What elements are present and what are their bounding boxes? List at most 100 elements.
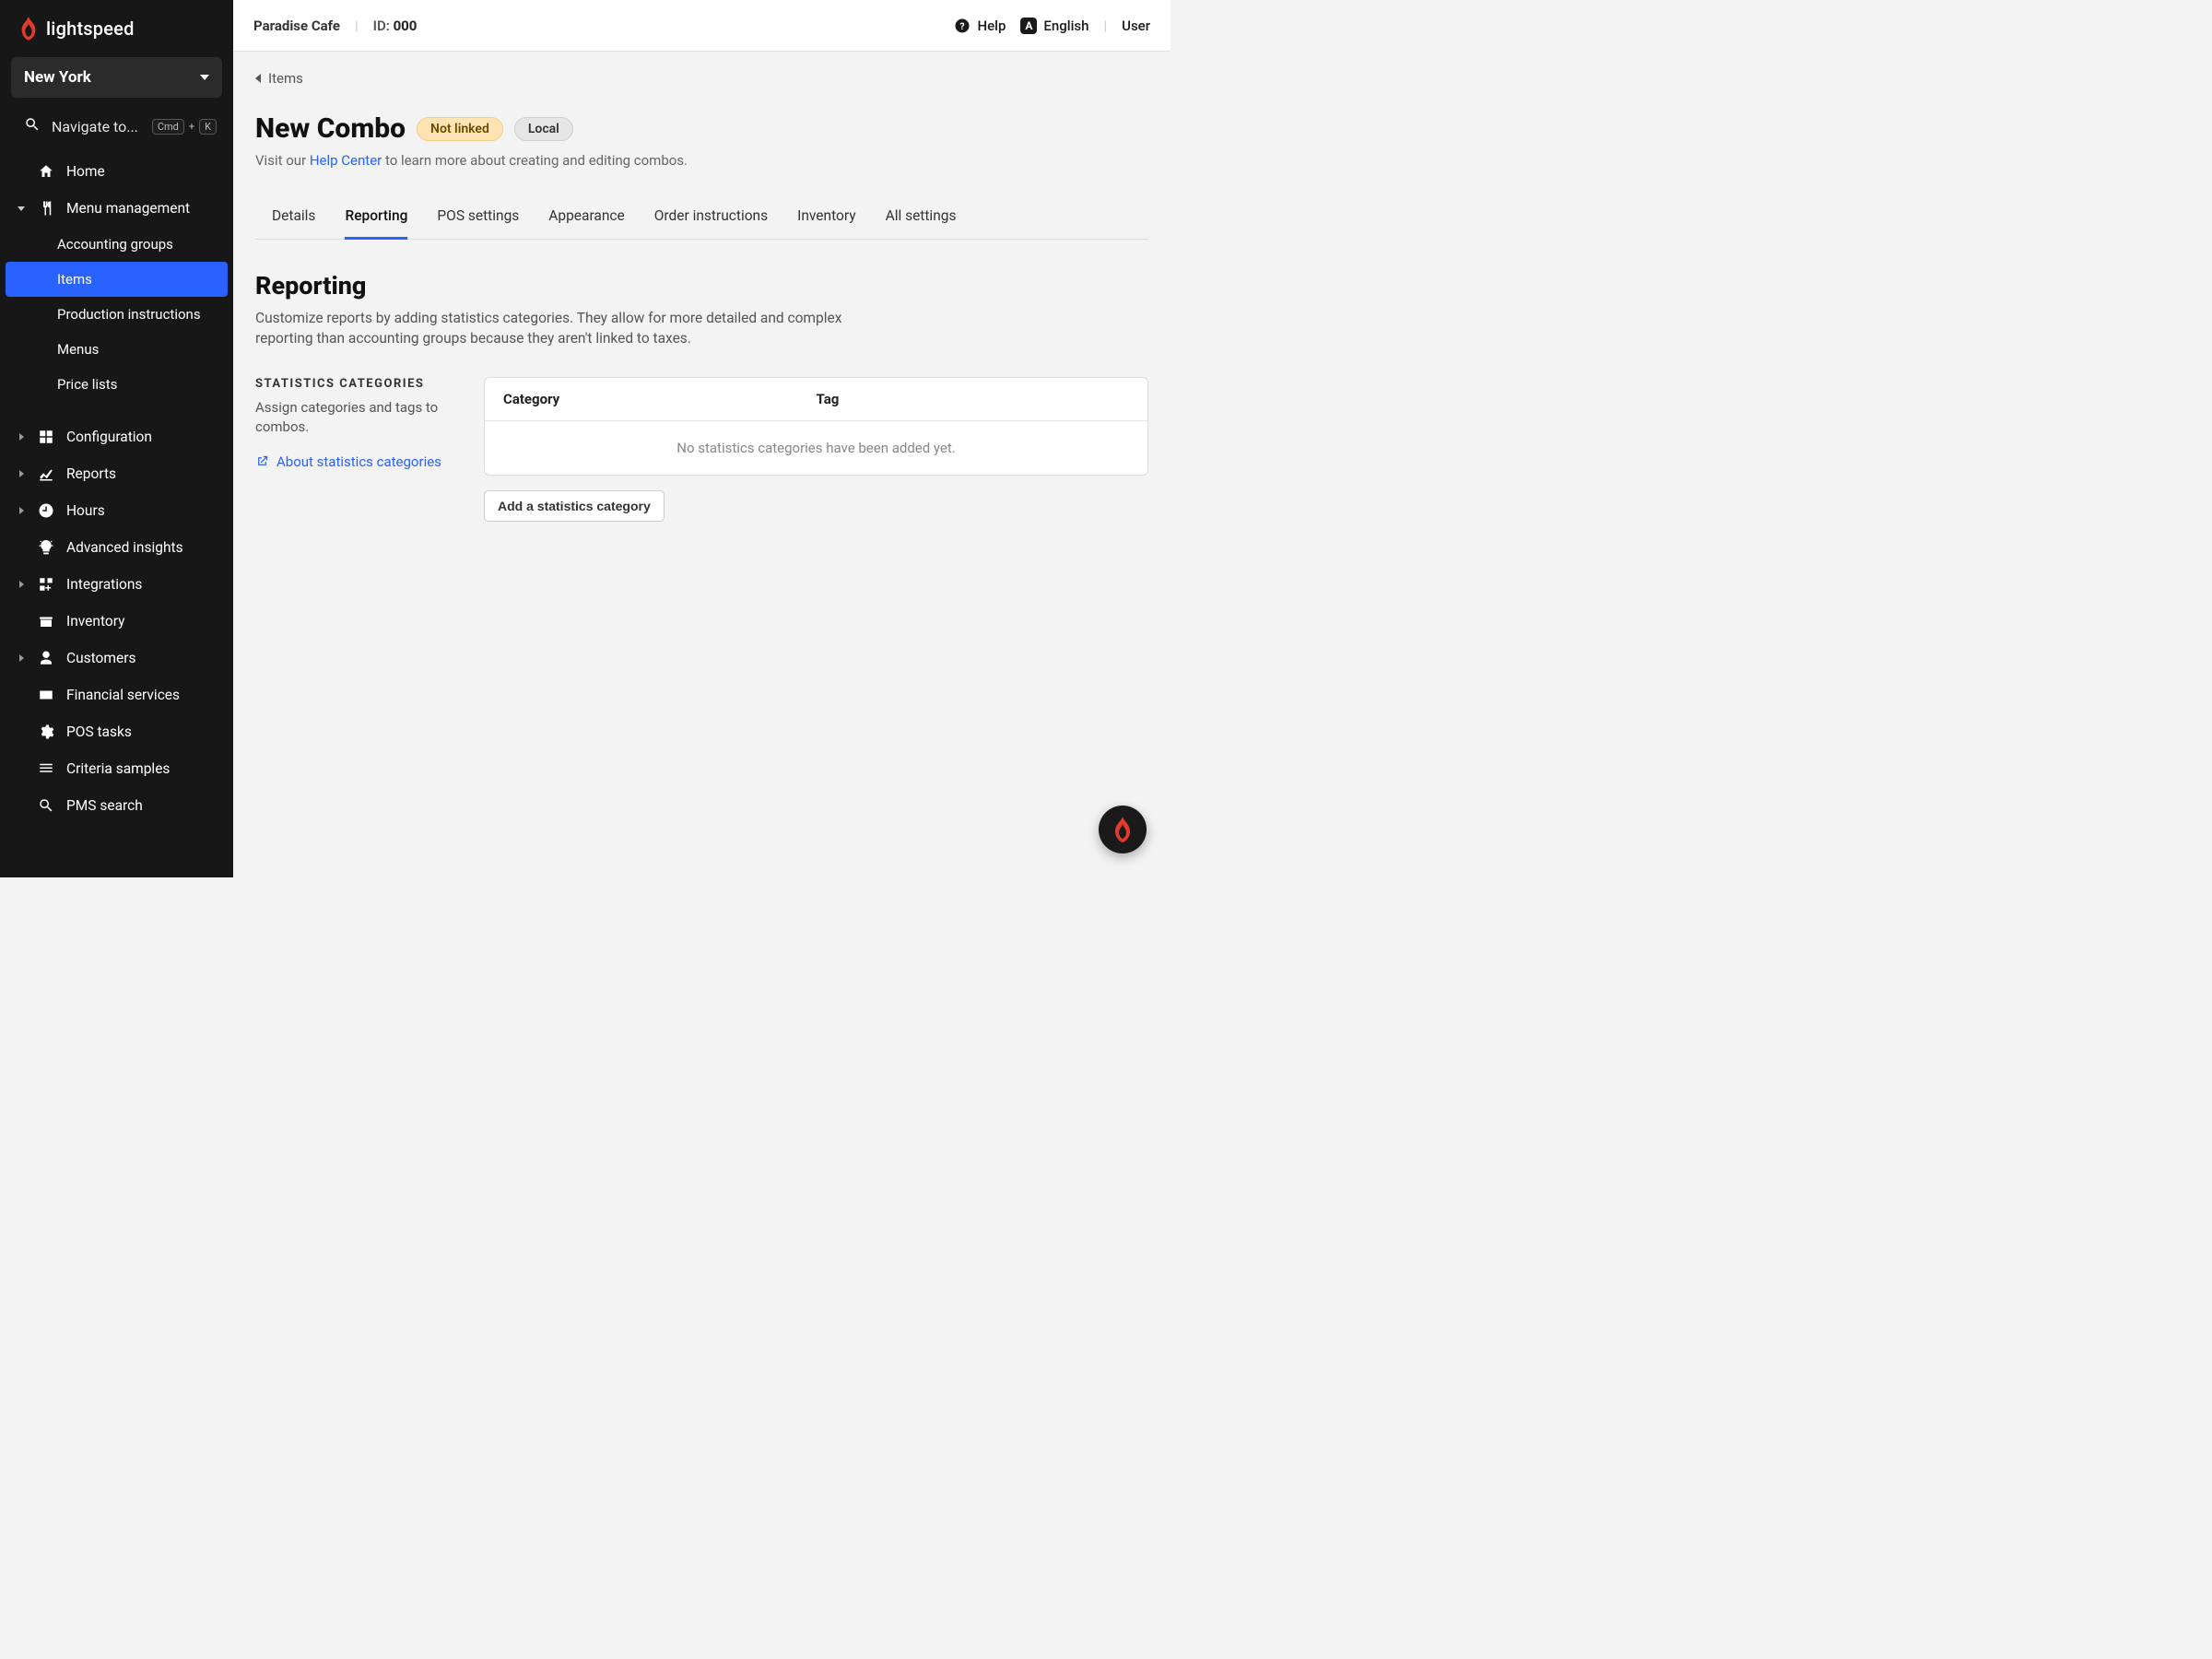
subnav-menus[interactable]: Menus (0, 332, 233, 367)
nav-label: Customers (66, 650, 135, 666)
money-icon (37, 686, 55, 704)
nav-label: Hours (66, 502, 105, 519)
stats-panel-col: Category Tag No statistics categories ha… (484, 377, 1148, 522)
stats-empty: No statistics categories have been added… (485, 421, 1147, 475)
nav-label: Criteria samples (66, 760, 170, 777)
nav-label: PMS search (66, 797, 143, 814)
title-row: New Combo Not linked Local (255, 112, 1148, 145)
nav-label: Advanced insights (66, 539, 183, 556)
subnav-price-lists[interactable]: Price lists (0, 367, 233, 402)
home-icon (37, 162, 55, 181)
external-link-icon (255, 454, 269, 468)
tab-reporting[interactable]: Reporting (345, 196, 407, 240)
tab-all-settings[interactable]: All settings (886, 196, 957, 239)
nav-inventory[interactable]: Inventory (0, 603, 233, 640)
nav-advanced-insights[interactable]: Advanced insights (0, 529, 233, 566)
tab-appearance[interactable]: Appearance (548, 196, 624, 239)
help-icon: ? (954, 18, 971, 34)
nav-label: Financial services (66, 687, 180, 703)
flame-icon (18, 17, 39, 41)
nav-search-placeholder: Navigate to... (52, 118, 141, 135)
chart-icon (37, 465, 55, 483)
chevron-right-icon (19, 470, 24, 477)
nav-label: Reports (66, 465, 116, 482)
col-category: Category (503, 391, 817, 407)
grid-icon (37, 428, 55, 446)
page-subtext: Visit our Help Center to learn more abou… (255, 152, 1148, 169)
chevron-down-icon (200, 75, 209, 80)
search-icon (37, 796, 55, 815)
nav-reports[interactable]: Reports (0, 455, 233, 492)
nav-menu-management[interactable]: Menu management (0, 190, 233, 227)
nav-hours[interactable]: Hours (0, 492, 233, 529)
section-desc: Customize reports by adding statistics c… (255, 308, 900, 349)
nav-label: Integrations (66, 576, 142, 593)
subnav-production-instructions[interactable]: Production instructions (0, 297, 233, 332)
lightbulb-icon (37, 538, 55, 557)
col-tag: Tag (817, 391, 1130, 407)
chevron-right-icon (19, 581, 24, 588)
chevron-down-icon (18, 206, 25, 211)
breadcrumb-items[interactable]: Items (255, 70, 1148, 87)
help-link[interactable]: ? Help (954, 18, 1006, 34)
clock-icon (37, 501, 55, 520)
nav-label: POS tasks (66, 724, 132, 740)
user-icon (37, 649, 55, 667)
subnav-items[interactable]: Items (6, 262, 228, 297)
flame-icon (1112, 817, 1134, 842)
help-center-link[interactable]: Help Center (310, 152, 382, 169)
stats-label: STATISTICS CATEGORIES (255, 377, 458, 391)
nav-pms-search[interactable]: PMS search (0, 787, 233, 824)
topbar: Paradise Cafe | ID: 000 ? Help A English… (233, 0, 1171, 52)
brand-logo[interactable]: lightspeed (0, 0, 233, 53)
stats-area: STATISTICS CATEGORIES Assign categories … (255, 377, 1148, 522)
business-name: Paradise Cafe (253, 18, 340, 34)
page-title: New Combo (255, 112, 406, 145)
subnav-accounting-groups[interactable]: Accounting groups (0, 227, 233, 262)
divider: | (1103, 18, 1107, 34)
nav-financial-services[interactable]: Financial services (0, 677, 233, 713)
subnav-menu-management: Accounting groups Items Production instr… (0, 227, 233, 402)
utensils-icon (37, 199, 55, 218)
nav-label: Home (66, 163, 105, 180)
gear-icon (37, 723, 55, 741)
tab-inventory[interactable]: Inventory (797, 196, 855, 239)
tab-pos-settings[interactable]: POS settings (437, 196, 519, 239)
sidebar: lightspeed New York Navigate to... Cmd +… (0, 0, 233, 877)
stats-hint: Assign categories and tags to combos. (255, 398, 458, 437)
badge-local: Local (514, 117, 573, 141)
chevron-left-icon (255, 74, 261, 83)
main: Paradise Cafe | ID: 000 ? Help A English… (233, 0, 1171, 877)
nav-search[interactable]: Navigate to... Cmd + K (0, 107, 233, 149)
nav-customers[interactable]: Customers (0, 640, 233, 677)
nav-configuration[interactable]: Configuration (0, 418, 233, 455)
tab-details[interactable]: Details (272, 196, 315, 239)
language-select[interactable]: A English (1020, 18, 1088, 34)
box-icon (37, 612, 55, 630)
brand-name: lightspeed (46, 18, 135, 40)
location-select[interactable]: New York (11, 57, 222, 98)
tab-order-instructions[interactable]: Order instructions (654, 196, 768, 239)
nav-criteria-samples[interactable]: Criteria samples (0, 750, 233, 787)
add-stats-category-button[interactable]: Add a statistics category (484, 490, 665, 522)
help-fab[interactable] (1099, 806, 1147, 853)
stats-sidebar: STATISTICS CATEGORIES Assign categories … (255, 377, 458, 470)
chevron-right-icon (19, 654, 24, 662)
stats-panel-header: Category Tag (485, 378, 1147, 421)
nav-label: Configuration (66, 429, 152, 445)
stats-panel: Category Tag No statistics categories ha… (484, 377, 1148, 476)
nav-search-shortcut: Cmd + K (152, 119, 217, 135)
nav-integrations[interactable]: Integrations (0, 566, 233, 603)
user-menu[interactable]: User (1122, 18, 1150, 34)
list-icon (37, 759, 55, 778)
nav-list: Home Menu management Accounting groups I… (0, 149, 233, 824)
divider: | (355, 18, 359, 34)
search-icon (24, 116, 41, 136)
nav-home[interactable]: Home (0, 153, 233, 190)
badge-not-linked: Not linked (417, 117, 503, 141)
section-title: Reporting (255, 271, 1148, 300)
about-stats-link[interactable]: About statistics categories (255, 453, 458, 470)
tabs: Details Reporting POS settings Appearanc… (255, 196, 1148, 240)
language-icon: A (1020, 18, 1037, 34)
nav-pos-tasks[interactable]: POS tasks (0, 713, 233, 750)
